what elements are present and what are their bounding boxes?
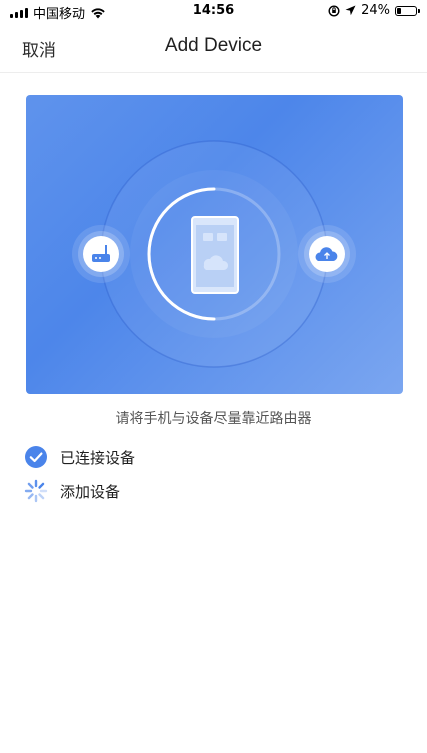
status-right: 24% [328, 3, 420, 18]
step-connected-device: 已连接设备 [24, 445, 135, 469]
battery-percent: 24% [361, 3, 390, 18]
spinner-tick [38, 482, 45, 489]
router-icon [72, 225, 130, 283]
battery-icon [395, 5, 420, 16]
nav-bar: 取消 Add Device [0, 22, 427, 73]
spinner-tick [27, 493, 34, 500]
page-title: Add Device [164, 35, 263, 56]
status-bar: 中国移动 14:56 24% [0, 0, 427, 22]
location-arrow-icon [345, 5, 356, 16]
step-label: 添加设备 [60, 482, 121, 501]
step-add-device: 添加设备 [24, 479, 120, 503]
orientation-lock-icon [328, 4, 340, 17]
pairing-illustration [26, 95, 403, 394]
pairing-graphic [72, 140, 356, 368]
spinner-tick [27, 482, 34, 489]
check-circle-icon [25, 446, 47, 468]
step-label: 已连接设备 [60, 448, 136, 467]
cloud-upload-icon [298, 225, 356, 283]
hint-text: 请将手机与设备尽量靠近路由器 [115, 411, 312, 427]
spinner-tick [38, 493, 45, 500]
phone-icon [191, 216, 239, 294]
loading-spinner-icon [24, 479, 48, 503]
